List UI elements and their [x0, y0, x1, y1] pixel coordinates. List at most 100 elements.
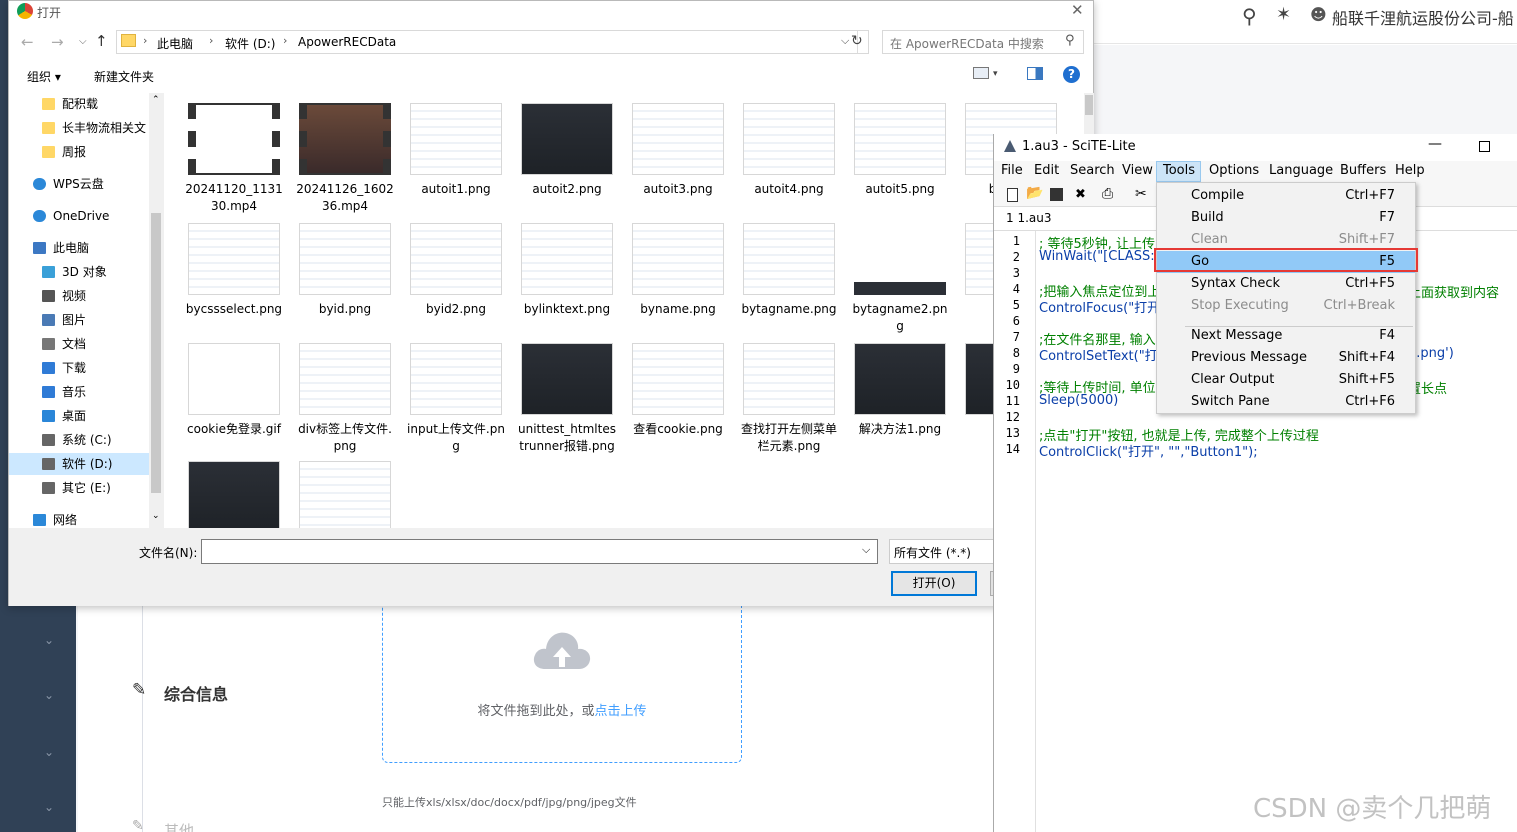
nav-item[interactable]: 此电脑: [9, 237, 149, 259]
file-item[interactable]: 查找打开左侧菜单栏元素.png: [739, 343, 839, 455]
chevron-down-icon[interactable]: ⌄: [44, 633, 54, 647]
code-line[interactable]: ControlClick("打开", "","Button1");: [1039, 441, 1258, 460]
file-item[interactable]: bycssselect.png: [184, 223, 284, 318]
file-item[interactable]: input上传文件.png: [406, 343, 506, 455]
menu-item-clear-output[interactable]: Clear Output Shift+F5: [1157, 369, 1415, 391]
nav-scrollbar[interactable]: ⌃ ⌄: [149, 93, 164, 528]
nav-item[interactable]: 文档: [9, 333, 149, 355]
nav-item[interactable]: 视频: [9, 285, 149, 307]
maximize-icon[interactable]: [1479, 141, 1490, 152]
code-line[interactable]: ControlSetText("打: [1039, 345, 1158, 364]
menu-tools[interactable]: Tools: [1163, 163, 1195, 178]
nav-item[interactable]: 软件 (D:): [9, 453, 149, 475]
file-tab[interactable]: 1 1.au3: [1006, 211, 1052, 225]
file-item[interactable]: 下载autoit.png: [295, 461, 395, 528]
chevron-down-icon[interactable]: ⌄: [44, 745, 54, 759]
new-file-icon[interactable]: [1007, 188, 1018, 202]
bug-icon[interactable]: ✶: [1276, 4, 1291, 25]
scroll-thumb[interactable]: [1085, 95, 1093, 115]
breadcrumb-item[interactable]: 此电脑: [157, 35, 193, 52]
nav-item[interactable]: 其它 (E:): [9, 477, 149, 499]
nav-item[interactable]: 下载: [9, 357, 149, 379]
chevron-down-icon[interactable]: ▾: [993, 69, 998, 79]
code-line[interactable]: ControlFocus("打开: [1039, 297, 1160, 316]
chevron-down-icon[interactable]: ⌄: [44, 800, 54, 814]
menu-item-stop-executing[interactable]: Stop Executing Ctrl+Break: [1157, 295, 1415, 317]
nav-item[interactable]: OneDrive: [9, 205, 149, 227]
chevron-down-icon[interactable]: ⌵: [862, 543, 870, 557]
open-folder-icon[interactable]: 📂: [1026, 185, 1043, 201]
file-item[interactable]: autoit2.png: [517, 103, 617, 198]
preview-pane-icon[interactable]: [1027, 67, 1043, 80]
chevron-down-icon[interactable]: ⌄: [152, 511, 160, 521]
cut-icon[interactable]: ✂: [1135, 186, 1147, 202]
code-line[interactable]: WinWait("[CLASS:: [1039, 249, 1155, 264]
chevron-down-icon[interactable]: ⌵: [79, 36, 87, 47]
file-item[interactable]: bylinktext.png: [517, 223, 617, 318]
address-bar[interactable]: › 此电脑 › 软件 (D:) › ApowerRECData ⌵: [116, 30, 869, 54]
upload-link[interactable]: 点击上传: [595, 704, 647, 719]
scroll-thumb[interactable]: [151, 213, 161, 493]
up-icon[interactable]: ↑: [95, 32, 108, 50]
nav-item[interactable]: WPS云盘: [9, 173, 149, 195]
file-item[interactable]: cookie免登录.gif: [184, 343, 284, 438]
view-icon[interactable]: [973, 67, 989, 79]
minimize-icon[interactable]: —: [1428, 136, 1442, 152]
nav-item[interactable]: 桌面: [9, 405, 149, 427]
file-item[interactable]: unittest_htmltestrunner报错.png: [517, 343, 617, 455]
nav-item[interactable]: 配积载: [9, 93, 149, 115]
upload-dropzone[interactable]: 将文件拖到此处，或点击上传: [382, 595, 742, 763]
menu-item-switch-pane[interactable]: Switch Pane Ctrl+F6: [1157, 391, 1415, 413]
file-item[interactable]: div标签上传文件.png: [295, 343, 395, 455]
nav-item[interactable]: 周报: [9, 141, 149, 163]
filename-input[interactable]: ⌵: [201, 539, 878, 564]
file-item[interactable]: 20241120_113130.mp4: [184, 103, 284, 215]
menu-file[interactable]: File: [1001, 163, 1023, 178]
chevron-down-icon[interactable]: ⌄: [44, 688, 54, 702]
file-item[interactable]: bytagname2.png: [850, 223, 950, 335]
chevron-down-icon[interactable]: ⌵: [841, 34, 849, 48]
new-folder-button[interactable]: 新建文件夹: [94, 68, 154, 85]
file-item[interactable]: 内贸业务录入.gif: [184, 461, 284, 528]
menu-language[interactable]: Language: [1269, 163, 1333, 178]
menu-buffers[interactable]: Buffers: [1340, 163, 1386, 178]
breadcrumb-item[interactable]: 软件 (D:): [225, 35, 275, 52]
user-icon[interactable]: ☻: [1310, 5, 1327, 24]
search-icon[interactable]: ⚲: [1242, 4, 1257, 28]
nav-item[interactable]: 3D 对象: [9, 261, 149, 283]
menu-item-build[interactable]: Build F7: [1157, 207, 1415, 229]
file-item[interactable]: bytagname.png: [739, 223, 839, 318]
forward-icon[interactable]: →: [51, 33, 64, 51]
search-box[interactable]: 在 ApowerRECData 中搜索 ⚲: [882, 30, 1084, 54]
menu-search[interactable]: Search: [1070, 163, 1115, 178]
file-item[interactable]: byid2.png: [406, 223, 506, 318]
close-file-icon[interactable]: ✖: [1075, 187, 1086, 202]
menu-help[interactable]: Help: [1395, 163, 1425, 178]
breadcrumb-item[interactable]: ApowerRECData: [298, 35, 396, 49]
file-item[interactable]: 查看cookie.png: [628, 343, 728, 438]
menu-item-compile[interactable]: Compile Ctrl+F7: [1157, 185, 1415, 207]
close-icon[interactable]: ✕: [1071, 1, 1084, 19]
chevron-up-icon[interactable]: ⌃: [152, 95, 160, 105]
menu-view[interactable]: View: [1122, 163, 1153, 178]
menu-item-previous-message[interactable]: Previous Message Shift+F4: [1157, 347, 1415, 369]
company-name[interactable]: 船联千浬航运股份公司-船: [1332, 5, 1514, 29]
file-item[interactable]: byid.png: [295, 223, 395, 318]
nav-item[interactable]: 网络: [9, 509, 149, 528]
file-item[interactable]: autoit4.png: [739, 103, 839, 198]
file-item[interactable]: autoit5.png: [850, 103, 950, 198]
print-icon[interactable]: ⎙: [1102, 186, 1113, 202]
file-item[interactable]: autoit3.png: [628, 103, 728, 198]
help-icon[interactable]: ?: [1063, 66, 1080, 83]
back-icon[interactable]: ←: [21, 33, 34, 51]
file-item[interactable]: byname.png: [628, 223, 728, 318]
save-icon[interactable]: [1050, 188, 1063, 201]
nav-item[interactable]: 图片: [9, 309, 149, 331]
search-icon[interactable]: ⚲: [1065, 33, 1075, 48]
file-item[interactable]: autoit1.png: [406, 103, 506, 198]
menu-item-syntax-check[interactable]: Syntax Check Ctrl+F5: [1157, 273, 1415, 295]
file-item[interactable]: 20241126_160236.mp4: [295, 103, 395, 215]
nav-item[interactable]: 长丰物流相关文: [9, 117, 149, 139]
menu-options[interactable]: Options: [1209, 163, 1259, 178]
search-placeholder[interactable]: 在 ApowerRECData 中搜索: [890, 35, 1044, 52]
